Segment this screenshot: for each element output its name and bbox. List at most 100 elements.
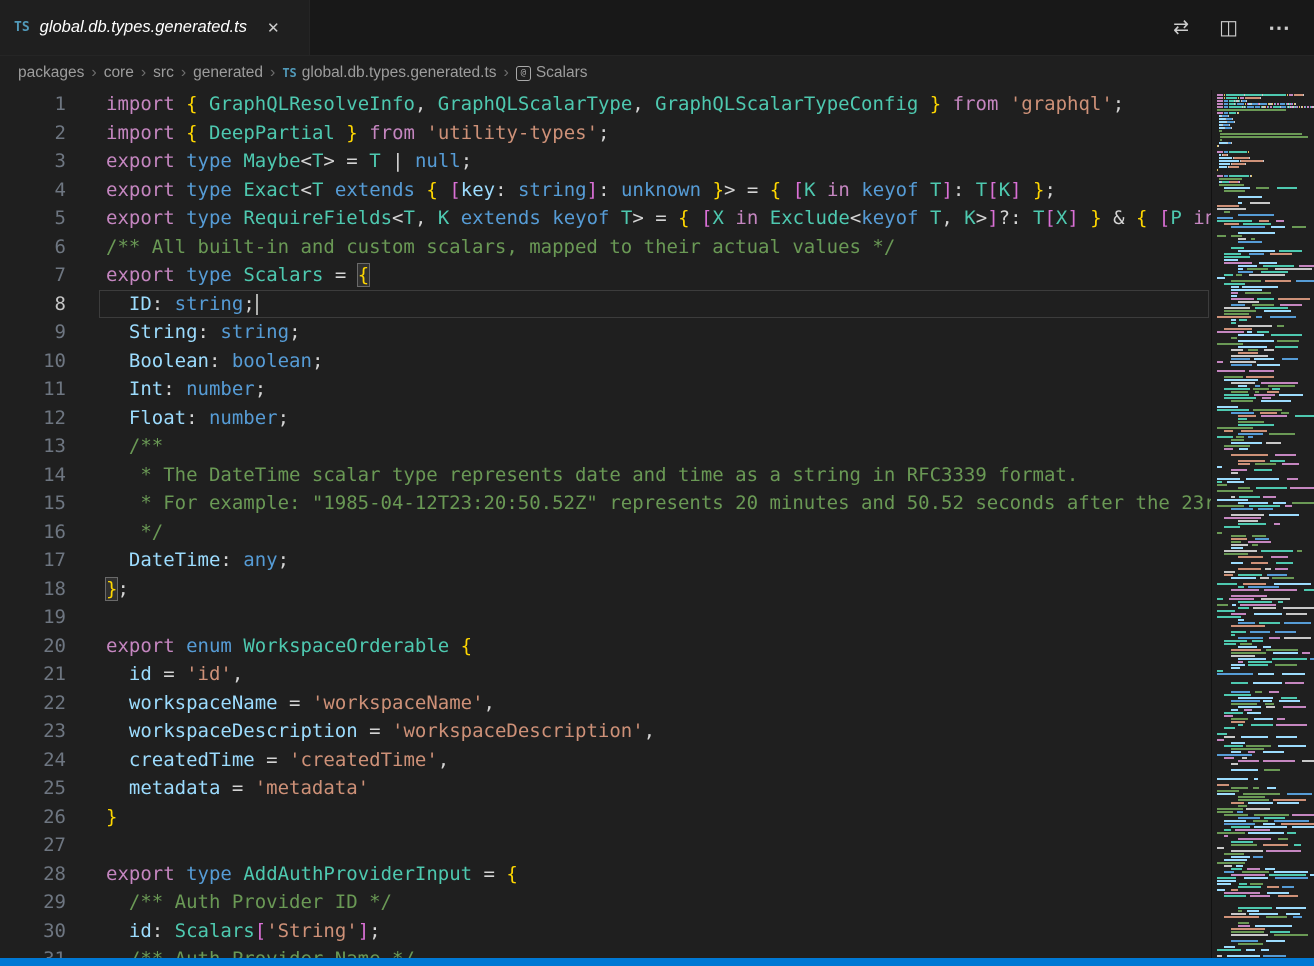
line-number[interactable]: 7 [0, 261, 66, 290]
code-line[interactable]: 18}; [0, 575, 1211, 604]
token [175, 150, 186, 172]
token: } [1090, 207, 1101, 229]
code-line[interactable]: 25 metadata = 'metadata' [0, 774, 1211, 803]
token: = [472, 863, 506, 885]
line-number[interactable]: 23 [0, 717, 66, 746]
token [415, 122, 426, 144]
code-line[interactable]: 17 DateTime: any; [0, 546, 1211, 575]
line-number[interactable]: 20 [0, 632, 66, 661]
code-line[interactable]: 26} [0, 803, 1211, 832]
code-line[interactable]: 16 */ [0, 518, 1211, 547]
token: GraphQLScalarType [438, 93, 632, 115]
code-line[interactable]: 2import { DeepPartial } from 'utility-ty… [0, 119, 1211, 148]
line-number[interactable]: 22 [0, 689, 66, 718]
token: = [220, 777, 254, 799]
token: : [495, 179, 518, 201]
line-number[interactable]: 5 [0, 204, 66, 233]
breadcrumb-separator: › [504, 64, 509, 82]
line-number[interactable]: 4 [0, 176, 66, 205]
code-line[interactable]: 19 [0, 603, 1211, 632]
token: export [106, 207, 175, 229]
split-editor-icon[interactable]: ◫ [1211, 14, 1246, 42]
code-line[interactable]: 28export type AddAuthProviderInput = { [0, 860, 1211, 889]
code-line[interactable]: 12 Float: number; [0, 404, 1211, 433]
token: type [186, 179, 232, 201]
code-line[interactable]: 29 /** Auth Provider ID */ [0, 888, 1211, 917]
line-number[interactable]: 30 [0, 917, 66, 946]
close-tab-icon[interactable]: ✕ [263, 17, 284, 39]
breadcrumb-item-packages[interactable]: packages [18, 64, 84, 82]
breadcrumb-item-scalars[interactable]: @Scalars [516, 64, 588, 82]
line-number[interactable]: 1 [0, 90, 66, 119]
line-number[interactable]: 21 [0, 660, 66, 689]
code-line[interactable]: 4export type Exact<T extends { [key: str… [0, 176, 1211, 205]
code-line[interactable]: 15 * For example: "1985-04-12T23:20:50.5… [0, 489, 1211, 518]
code-line[interactable]: 14 * The DateTime scalar type represents… [0, 461, 1211, 490]
line-number[interactable]: 11 [0, 375, 66, 404]
token: export [106, 863, 175, 885]
token: = [152, 663, 186, 685]
line-number[interactable]: 29 [0, 888, 66, 917]
more-actions-icon[interactable]: ⋯ [1260, 13, 1298, 43]
code-line[interactable]: 8 ID: string; [0, 290, 1211, 319]
code-line[interactable]: 24 createdTime = 'createdTime', [0, 746, 1211, 775]
code-line[interactable]: 10 Boolean: boolean; [0, 347, 1211, 376]
line-number[interactable]: 16 [0, 518, 66, 547]
tab-title: global.db.types.generated.ts [40, 18, 247, 37]
line-number[interactable]: 17 [0, 546, 66, 575]
line-number[interactable]: 24 [0, 746, 66, 775]
code-line[interactable]: 21 id = 'id', [0, 660, 1211, 689]
line-number[interactable]: 3 [0, 147, 66, 176]
status-bar[interactable] [0, 958, 1314, 966]
code-line[interactable]: 1import { GraphQLResolveInfo, GraphQLSca… [0, 90, 1211, 119]
token: Maybe [243, 150, 300, 172]
line-number[interactable]: 28 [0, 860, 66, 889]
line-number[interactable]: 8 [0, 290, 66, 319]
code-line[interactable]: 23 workspaceDescription = 'workspaceDesc… [0, 717, 1211, 746]
line-number[interactable]: 18 [0, 575, 66, 604]
code-line-content [66, 603, 1211, 632]
token: : [953, 179, 976, 201]
token: export [106, 635, 175, 657]
open-changes-icon[interactable]: ⇄ [1165, 14, 1197, 41]
tab-global-db-types-generated-ts[interactable]: TS global.db.types.generated.ts ✕ [0, 0, 310, 55]
token: keyof [861, 179, 918, 201]
line-number[interactable]: 27 [0, 831, 66, 860]
token: extends [461, 207, 541, 229]
line-number[interactable]: 31 [0, 945, 66, 958]
code-line[interactable]: 22 workspaceName = 'workspaceName', [0, 689, 1211, 718]
code-line[interactable]: 27 [0, 831, 1211, 860]
code-line[interactable]: 31 /** Auth Provider Name */ [0, 945, 1211, 958]
line-number[interactable]: 14 [0, 461, 66, 490]
line-number[interactable]: 26 [0, 803, 66, 832]
code-line[interactable]: 13 /** [0, 432, 1211, 461]
line-number[interactable]: 2 [0, 119, 66, 148]
line-number[interactable]: 15 [0, 489, 66, 518]
line-number[interactable]: 6 [0, 233, 66, 262]
code-line-content: export type RequireFields<T, K extends k… [66, 204, 1211, 233]
line-number[interactable]: 25 [0, 774, 66, 803]
code-line[interactable]: 30 id: Scalars['String']; [0, 917, 1211, 946]
code-line-content: id = 'id', [66, 660, 1211, 689]
code-area[interactable]: 1import { GraphQLResolveInfo, GraphQLSca… [0, 90, 1211, 958]
code-line[interactable]: 7export type Scalars = { [0, 261, 1211, 290]
code-line[interactable]: 6/** All built-in and custom scalars, ma… [0, 233, 1211, 262]
minimap[interactable] [1211, 90, 1314, 958]
code-line[interactable]: 11 Int: number; [0, 375, 1211, 404]
line-number[interactable]: 19 [0, 603, 66, 632]
line-number[interactable]: 12 [0, 404, 66, 433]
code-line[interactable]: 20export enum WorkspaceOrderable { [0, 632, 1211, 661]
line-number[interactable]: 13 [0, 432, 66, 461]
code-line[interactable]: 9 String: string; [0, 318, 1211, 347]
breadcrumb-item-src[interactable]: src [153, 64, 174, 82]
code-line[interactable]: 3export type Maybe<T> = T | null; [0, 147, 1211, 176]
breadcrumb-item-core[interactable]: core [104, 64, 134, 82]
line-number[interactable]: 10 [0, 347, 66, 376]
token: 'createdTime' [289, 749, 438, 771]
line-number[interactable]: 9 [0, 318, 66, 347]
breadcrumb-item-generated[interactable]: generated [193, 64, 263, 82]
token [816, 179, 827, 201]
breadcrumb-item-global-db-types-generated-ts[interactable]: TSglobal.db.types.generated.ts [282, 64, 496, 82]
token: Exclude [770, 207, 850, 229]
code-line[interactable]: 5export type RequireFields<T, K extends … [0, 204, 1211, 233]
